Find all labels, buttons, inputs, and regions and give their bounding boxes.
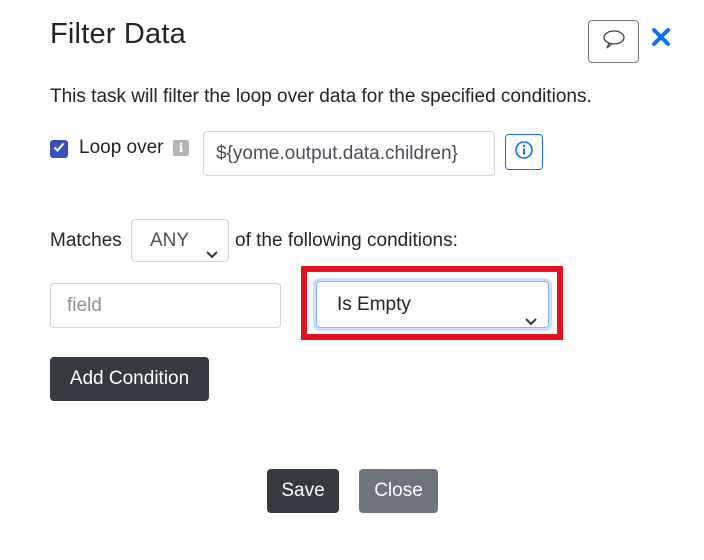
speech-bubble-icon <box>602 29 626 54</box>
match-mode-select[interactable]: ANY <box>131 219 229 262</box>
info-circle-icon <box>514 140 534 165</box>
chevron-down-icon <box>524 299 538 344</box>
close-button[interactable]: Close <box>359 469 438 513</box>
matches-label: Matches <box>50 230 122 251</box>
close-x-icon <box>651 27 671 52</box>
condition-operator-value: Is Empty <box>337 294 411 315</box>
conditions-suffix-label: of the following conditions: <box>235 230 458 251</box>
variable-info-button[interactable] <box>505 134 543 170</box>
chevron-down-icon <box>205 234 219 275</box>
comment-button[interactable] <box>588 20 639 63</box>
dialog-description: This task will filter the loop over data… <box>50 86 592 107</box>
save-button[interactable]: Save <box>267 469 339 513</box>
loop-over-input[interactable]: ${yome.output.data.children} <box>203 131 495 176</box>
dialog-title: Filter Data <box>50 18 186 50</box>
condition-field-input[interactable]: field <box>50 283 281 328</box>
loop-over-label: Loop over <box>79 137 164 158</box>
checkmark-icon <box>52 140 66 159</box>
close-dialog-button[interactable] <box>650 24 672 54</box>
match-mode-value: ANY <box>150 230 190 251</box>
info-square-icon[interactable]: i <box>173 140 189 156</box>
add-condition-button[interactable]: Add Condition <box>50 357 209 401</box>
condition-operator-select[interactable]: Is Empty <box>316 281 549 328</box>
loop-over-checkbox[interactable] <box>50 140 68 158</box>
